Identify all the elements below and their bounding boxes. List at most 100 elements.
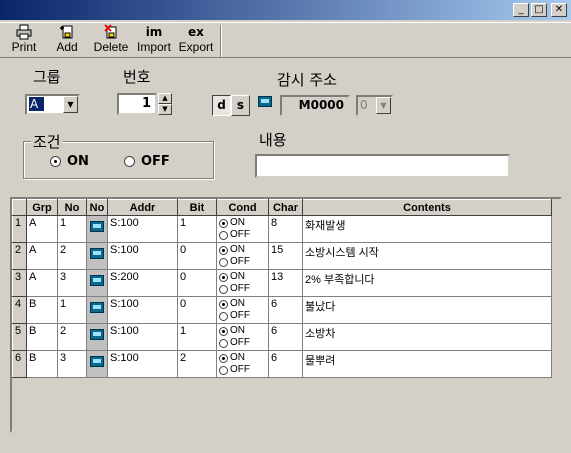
cell-contents[interactable]: 소방차 (302, 323, 552, 351)
col-header-bit[interactable]: Bit (177, 199, 217, 216)
cell-bit[interactable]: 0 (177, 269, 217, 297)
cell-grp[interactable]: A (26, 269, 58, 297)
cell-no[interactable]: 3 (57, 350, 87, 378)
add-button[interactable]: Add (54, 24, 80, 54)
cell-cond[interactable]: ON OFF (216, 296, 269, 324)
cond-off-radio[interactable]: OFF (219, 283, 266, 295)
cell-no[interactable]: 1 (57, 215, 87, 243)
cell-bit[interactable]: 2 (177, 350, 217, 378)
cell-monitor[interactable] (86, 242, 108, 270)
table-row[interactable]: 5 B 2 S:100 1 ON OFF 6 소방차 (12, 323, 552, 351)
cell-grp[interactable]: A (26, 242, 58, 270)
table-row[interactable]: 3 A 3 S:200 0 ON OFF 13 2% 부족합니다 (12, 269, 552, 297)
cell-char[interactable]: 13 (268, 269, 303, 297)
monitor-icon[interactable] (90, 302, 104, 313)
cell-contents[interactable]: 물뿌려 (302, 350, 552, 378)
message-grid[interactable]: Grp No No Addr Bit Cond Char Contents 1A… (10, 197, 562, 433)
content-input[interactable] (255, 154, 510, 178)
cell-grp[interactable]: B (26, 296, 58, 324)
print-button[interactable]: Print (10, 24, 38, 54)
cond-off-radio[interactable]: OFF (219, 337, 266, 349)
cond-off-radio[interactable]: OFF (219, 229, 266, 241)
cell-contents[interactable]: 소방시스템 시작 (302, 242, 552, 270)
address-sub-select[interactable]: 0 ▼ (356, 95, 393, 116)
d-toggle-button[interactable]: d (212, 95, 231, 116)
cell-no[interactable]: 2 (57, 242, 87, 270)
condition-off-radio[interactable]: OFF (124, 154, 170, 169)
cell-monitor[interactable] (86, 323, 108, 351)
cell-cond[interactable]: ON OFF (216, 269, 269, 297)
col-header-addr[interactable]: Addr (107, 199, 178, 216)
cond-off-radio[interactable]: OFF (219, 364, 266, 376)
row-number[interactable]: 5 (12, 323, 27, 351)
cell-no[interactable]: 1 (57, 296, 87, 324)
address-field[interactable]: M0000 (280, 95, 350, 116)
cell-char[interactable]: 15 (268, 242, 303, 270)
cell-contents[interactable]: 화재발생 (302, 215, 552, 243)
cond-on-radio[interactable]: ON (219, 244, 266, 256)
spin-up-button[interactable]: ▲ (158, 93, 172, 104)
cell-grp[interactable]: A (26, 215, 58, 243)
monitor-icon[interactable] (90, 329, 104, 340)
minimize-button[interactable]: _ (513, 3, 529, 17)
cell-addr[interactable]: S:100 (107, 296, 178, 324)
monitor-icon[interactable] (90, 275, 104, 286)
cond-on-radio[interactable]: ON (219, 298, 266, 310)
cond-on-radio[interactable]: ON (219, 325, 266, 337)
col-header-contents[interactable]: Contents (302, 199, 552, 216)
row-number[interactable]: 6 (12, 350, 27, 378)
cell-bit[interactable]: 1 (177, 215, 217, 243)
monitor-icon[interactable] (90, 221, 104, 232)
table-row[interactable]: 1 A 1 S:100 1 ON OFF 8 화재발생 (12, 215, 552, 243)
monitor-icon[interactable] (258, 96, 272, 110)
cell-bit[interactable]: 0 (177, 242, 217, 270)
spin-down-button[interactable]: ▼ (158, 104, 172, 115)
cell-contents[interactable]: 2% 부족합니다 (302, 269, 552, 297)
table-row[interactable]: 4 B 1 S:100 0 ON OFF 6 불났다 (12, 296, 552, 324)
s-toggle-button[interactable]: s (231, 95, 250, 116)
row-number[interactable]: 2 (12, 242, 27, 270)
cell-contents[interactable]: 불났다 (302, 296, 552, 324)
cell-no[interactable]: 2 (57, 323, 87, 351)
monitor-icon[interactable] (90, 248, 104, 259)
cell-monitor[interactable] (86, 296, 108, 324)
group-select[interactable]: A ▼ (25, 94, 80, 115)
cond-on-radio[interactable]: ON (219, 271, 266, 283)
row-number[interactable]: 4 (12, 296, 27, 324)
cell-addr[interactable]: S:100 (107, 215, 178, 243)
col-header-no-icon[interactable]: No (86, 199, 108, 216)
cell-monitor[interactable] (86, 269, 108, 297)
cond-on-radio[interactable]: ON (219, 352, 266, 364)
cell-cond[interactable]: ON OFF (216, 215, 269, 243)
condition-on-radio[interactable]: ON (50, 154, 89, 169)
cell-addr[interactable]: S:100 (107, 323, 178, 351)
cell-addr[interactable]: S:100 (107, 350, 178, 378)
close-button[interactable]: ✕ (551, 3, 567, 17)
cell-cond[interactable]: ON OFF (216, 242, 269, 270)
col-header-grp[interactable]: Grp (26, 199, 58, 216)
chevron-down-icon[interactable]: ▼ (63, 96, 78, 113)
cell-grp[interactable]: B (26, 323, 58, 351)
cell-addr[interactable]: S:200 (107, 269, 178, 297)
number-input[interactable]: 1 (117, 93, 157, 115)
monitor-icon[interactable] (90, 356, 104, 367)
cell-no[interactable]: 3 (57, 269, 87, 297)
row-number[interactable]: 3 (12, 269, 27, 297)
cond-off-radio[interactable]: OFF (219, 256, 266, 268)
cell-monitor[interactable] (86, 215, 108, 243)
chevron-down-icon[interactable]: ▼ (376, 97, 391, 114)
cell-char[interactable]: 8 (268, 215, 303, 243)
table-row[interactable]: 6 B 3 S:100 2 ON OFF 6 물뿌려 (12, 350, 552, 378)
cell-bit[interactable]: 0 (177, 296, 217, 324)
col-header-cond[interactable]: Cond (216, 199, 269, 216)
cell-char[interactable]: 6 (268, 323, 303, 351)
export-button[interactable]: ex Export (177, 24, 215, 54)
import-button[interactable]: im Import (136, 24, 172, 54)
col-header-no[interactable]: No (57, 199, 87, 216)
row-number[interactable]: 1 (12, 215, 27, 243)
delete-button[interactable]: Delete (92, 24, 130, 54)
cell-cond[interactable]: ON OFF (216, 350, 269, 378)
cell-addr[interactable]: S:100 (107, 242, 178, 270)
cell-char[interactable]: 6 (268, 350, 303, 378)
cell-grp[interactable]: B (26, 350, 58, 378)
